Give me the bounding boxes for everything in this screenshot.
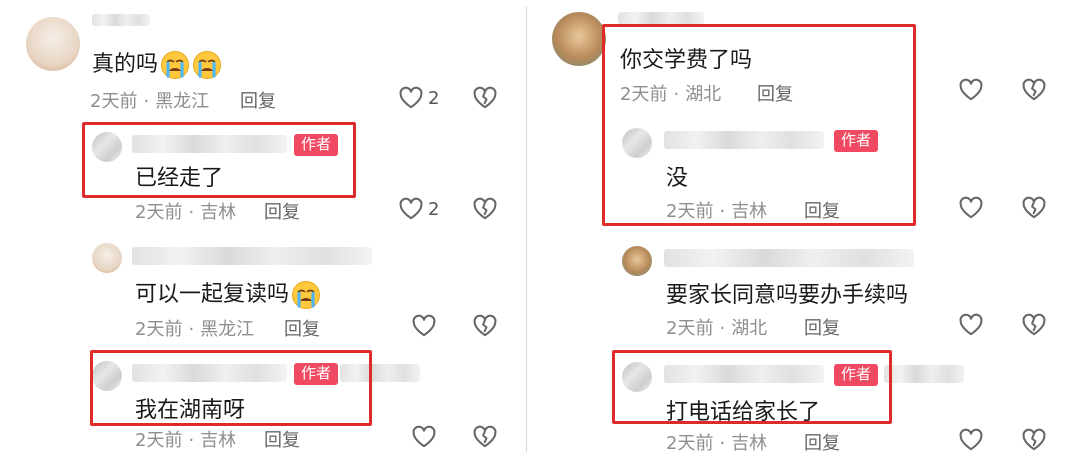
avatar[interactable] bbox=[92, 243, 122, 273]
comment-date: 2天前 bbox=[135, 430, 183, 451]
reply-button[interactable]: 回复 bbox=[240, 87, 276, 113]
broken-heart-icon bbox=[472, 424, 498, 450]
broken-heart-icon bbox=[472, 85, 498, 111]
avatar[interactable] bbox=[552, 12, 606, 66]
username-blurred[interactable] bbox=[664, 249, 914, 267]
broken-heart-icon bbox=[1021, 195, 1047, 221]
heart-outline-icon bbox=[958, 195, 984, 221]
dislike-button[interactable] bbox=[1021, 77, 1047, 103]
heart-outline-icon bbox=[398, 85, 424, 111]
comment-meta: 2天前 · 黑龙江 bbox=[90, 91, 210, 112]
like-button[interactable] bbox=[958, 195, 984, 221]
heart-outline-icon bbox=[411, 424, 437, 450]
comment-meta: 2天前 · 吉林 bbox=[666, 433, 768, 454]
crying-face-emoji-icon bbox=[291, 280, 321, 310]
broken-heart-icon bbox=[472, 196, 498, 222]
crying-face-emoji-icon bbox=[192, 50, 222, 80]
heart-outline-icon bbox=[958, 77, 984, 103]
comment-region: 湖北 bbox=[731, 318, 768, 339]
dislike-button[interactable] bbox=[472, 313, 498, 339]
username-blurred[interactable] bbox=[92, 14, 150, 26]
comment-region: 黑龙江 bbox=[200, 319, 255, 340]
comment-date: 2天前 bbox=[90, 91, 138, 112]
crying-face-emoji-icon bbox=[160, 50, 190, 80]
like-button[interactable]: 2 bbox=[398, 85, 439, 111]
broken-heart-icon bbox=[1021, 427, 1047, 453]
comment-meta: 2天前 · 黑龙江 bbox=[135, 319, 255, 340]
comment-region: 黑龙江 bbox=[155, 91, 210, 112]
comment-region: 吉林 bbox=[200, 430, 237, 451]
comment-text-value: 可以一起复读吗 bbox=[135, 282, 290, 307]
comment-date: 2天前 bbox=[135, 319, 183, 340]
comment-text: 真的吗 bbox=[92, 46, 222, 80]
username-blurred[interactable] bbox=[132, 247, 372, 265]
comment-text: 可以一起复读吗 bbox=[135, 276, 321, 310]
username-blurred[interactable] bbox=[618, 12, 704, 24]
reply-button[interactable]: 回复 bbox=[804, 314, 840, 340]
like-count: 2 bbox=[428, 198, 440, 220]
heart-outline-icon bbox=[958, 312, 984, 338]
dislike-button[interactable] bbox=[472, 85, 498, 111]
reply-button[interactable]: 回复 bbox=[804, 429, 840, 455]
broken-heart-icon bbox=[472, 313, 498, 339]
like-button[interactable] bbox=[958, 77, 984, 103]
heart-outline-icon bbox=[398, 196, 424, 222]
broken-heart-icon bbox=[1021, 77, 1047, 103]
heart-outline-icon bbox=[958, 427, 984, 453]
panel-divider bbox=[526, 6, 527, 452]
comment-date: 2天前 bbox=[666, 433, 714, 454]
reply-button[interactable]: 回复 bbox=[284, 315, 320, 341]
avatar[interactable] bbox=[26, 17, 80, 71]
like-button[interactable] bbox=[411, 424, 437, 450]
comment-region: 吉林 bbox=[731, 433, 768, 454]
avatar[interactable] bbox=[622, 246, 652, 276]
comment-text: 要家长同意吗要办手续吗 bbox=[666, 283, 909, 308]
comment-date: 2天前 bbox=[666, 318, 714, 339]
comment-meta: 2天前 · 吉林 bbox=[135, 202, 237, 223]
like-button[interactable] bbox=[958, 427, 984, 453]
comment-region: 吉林 bbox=[200, 202, 237, 223]
dislike-button[interactable] bbox=[472, 424, 498, 450]
comment-date: 2天前 bbox=[135, 202, 183, 223]
dislike-button[interactable] bbox=[1021, 427, 1047, 453]
reply-button[interactable]: 回复 bbox=[264, 198, 300, 224]
highlight-box bbox=[612, 350, 892, 424]
highlight-box bbox=[602, 24, 916, 226]
dislike-button[interactable] bbox=[1021, 195, 1047, 221]
like-count: 2 bbox=[428, 87, 440, 109]
highlight-box bbox=[82, 122, 356, 198]
dislike-button[interactable] bbox=[1021, 312, 1047, 338]
heart-outline-icon bbox=[411, 313, 437, 339]
username-blurred bbox=[884, 365, 964, 383]
dislike-button[interactable] bbox=[472, 196, 498, 222]
broken-heart-icon bbox=[1021, 312, 1047, 338]
like-button[interactable] bbox=[958, 312, 984, 338]
highlight-box bbox=[90, 350, 372, 426]
reply-button[interactable]: 回复 bbox=[264, 426, 300, 452]
comment-text-value: 真的吗 bbox=[92, 52, 159, 77]
like-button[interactable] bbox=[411, 313, 437, 339]
comment-meta: 2天前 · 湖北 bbox=[666, 318, 768, 339]
comment-meta: 2天前 · 吉林 bbox=[135, 430, 237, 451]
like-button[interactable]: 2 bbox=[398, 196, 439, 222]
